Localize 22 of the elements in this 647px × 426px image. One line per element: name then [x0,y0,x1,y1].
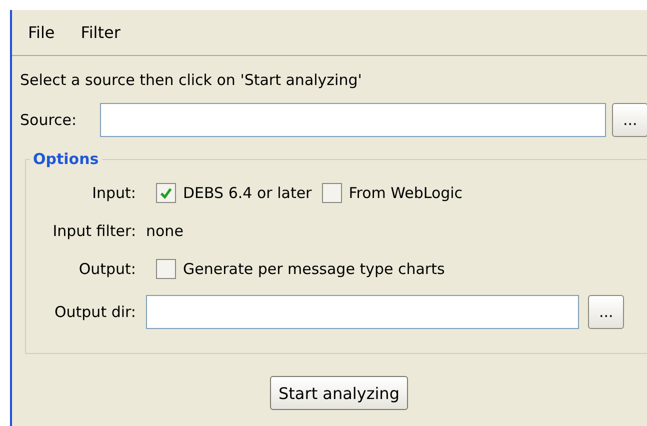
output-dir-field[interactable] [146,295,579,329]
filter-value: none [146,222,184,240]
checkbox-label: DEBS 6.4 or later [183,184,312,202]
start-analyzing-button[interactable]: Start analyzing [270,376,408,410]
checkbox[interactable] [156,183,176,203]
menu-item[interactable]: File [28,23,55,42]
checkbox[interactable] [322,183,342,203]
source-label: Source: [20,111,78,129]
option-label: Output: [78,260,136,278]
browse-button[interactable]: ... [588,295,624,329]
menu-item[interactable]: Filter [80,23,120,42]
browse-button[interactable]: ... [612,103,647,137]
checkbox[interactable] [156,259,176,279]
check-icon [159,186,173,200]
options-title: Options [32,150,100,168]
option-label: Input: [91,184,136,202]
instruction-text: Select a source then click on 'Start analyzing' [20,70,363,91]
option-label: Input filter: [52,222,136,240]
checkbox-label: Generate per message type charts [183,260,445,278]
option-label: Output dir: [53,303,136,321]
checkbox-label: From WebLogic [348,184,463,202]
source-field[interactable] [100,103,606,137]
